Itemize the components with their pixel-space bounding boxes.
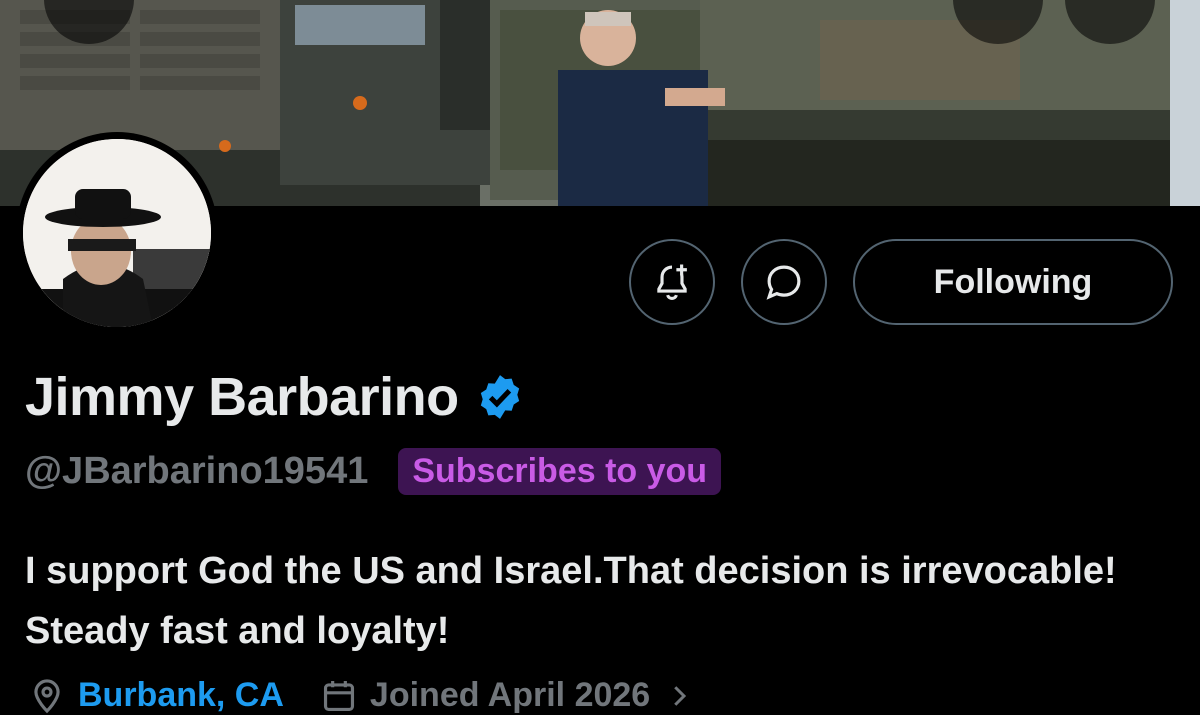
- profile-name: Jimmy Barbarino: [25, 367, 459, 427]
- location-pin-icon: [34, 678, 60, 713]
- handle-row: @JBarbarino19541 Subscribes to you: [25, 448, 722, 495]
- subscribes-badge: Subscribes to you: [398, 448, 722, 495]
- avatar-image: [23, 139, 211, 327]
- avatar[interactable]: [16, 132, 218, 334]
- chat-bubble-icon: [766, 265, 801, 300]
- following-button[interactable]: Following: [853, 239, 1173, 325]
- profile-meta-row: Burbank, CA Joined April 2026: [28, 676, 694, 715]
- calendar-icon: [323, 680, 354, 711]
- profile-location[interactable]: Burbank, CA: [78, 676, 284, 715]
- message-button[interactable]: [741, 239, 827, 325]
- profile-name-row: Jimmy Barbarino: [25, 366, 525, 428]
- verified-badge-icon[interactable]: [475, 372, 525, 422]
- profile-joined-date: Joined April 2026: [369, 676, 651, 714]
- avatar-photo: [23, 139, 211, 327]
- profile-handle: @JBarbarino19541: [25, 450, 369, 492]
- following-label: Following: [933, 262, 1093, 301]
- notifications-button[interactable]: [629, 239, 715, 325]
- chevron-right-icon[interactable]: [664, 681, 694, 711]
- bell-plus-icon: [657, 264, 687, 300]
- profile-bio: I support God the US and Israel.That dec…: [25, 550, 1117, 652]
